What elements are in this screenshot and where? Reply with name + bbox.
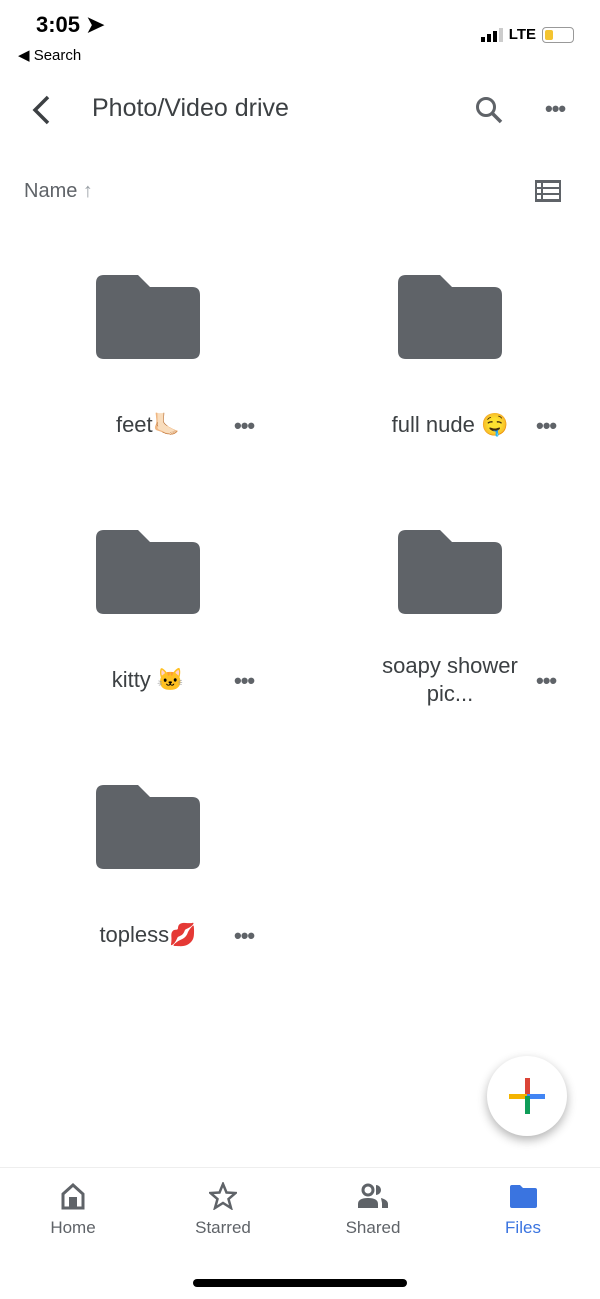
- folder-icon: [96, 530, 200, 614]
- nav-files[interactable]: Files: [463, 1182, 583, 1238]
- nav-starred[interactable]: Starred: [163, 1182, 283, 1238]
- back-icon[interactable]: [28, 94, 54, 126]
- folder-name: topless💋: [99, 922, 197, 947]
- folder-more-icon[interactable]: •••: [234, 413, 255, 439]
- folder-icon: [96, 275, 200, 359]
- folder-name: kitty 🐱: [111, 667, 185, 692]
- home-indicator: [193, 1279, 407, 1287]
- status-time: 3:05 ➤: [36, 12, 105, 37]
- arrow-up-icon: ↑: [82, 180, 93, 202]
- folder-more-icon[interactable]: •••: [234, 923, 255, 949]
- search-icon[interactable]: [474, 95, 504, 125]
- shared-people-icon: [358, 1183, 388, 1208]
- battery-icon: [542, 26, 574, 43]
- signal-icon: [480, 27, 503, 42]
- location-icon: ➤: [86, 12, 105, 37]
- sort-by-name-button[interactable]: Name ↑: [24, 180, 93, 203]
- folder-icon: [398, 275, 502, 359]
- nav-home[interactable]: Home: [13, 1182, 133, 1238]
- star-icon: [209, 1182, 237, 1210]
- network-label: LTE: [508, 26, 536, 43]
- back-to-search[interactable]: ◀ Search: [18, 46, 81, 64]
- new-button[interactable]: [487, 1056, 567, 1136]
- folder-name: feet🦶🏻: [115, 412, 181, 437]
- status-indicators: LTE: [480, 26, 574, 43]
- home-icon: [61, 1182, 85, 1210]
- folder-name: soapy shower pic...: [382, 653, 518, 706]
- folder-more-icon[interactable]: •••: [234, 668, 255, 694]
- folder-icon: [398, 530, 502, 614]
- folder-more-icon[interactable]: •••: [536, 413, 557, 439]
- plus-icon: [509, 1078, 545, 1114]
- nav-shared[interactable]: Shared: [313, 1182, 433, 1238]
- folder-icon: [510, 1185, 537, 1208]
- folder-icon: [96, 785, 200, 869]
- page-title: Photo/Video drive: [92, 94, 289, 122]
- more-options-icon[interactable]: •••: [545, 96, 566, 122]
- folder-more-icon[interactable]: •••: [536, 668, 557, 694]
- list-view-icon[interactable]: [535, 180, 561, 202]
- folder-name: full nude 🤤: [391, 412, 509, 437]
